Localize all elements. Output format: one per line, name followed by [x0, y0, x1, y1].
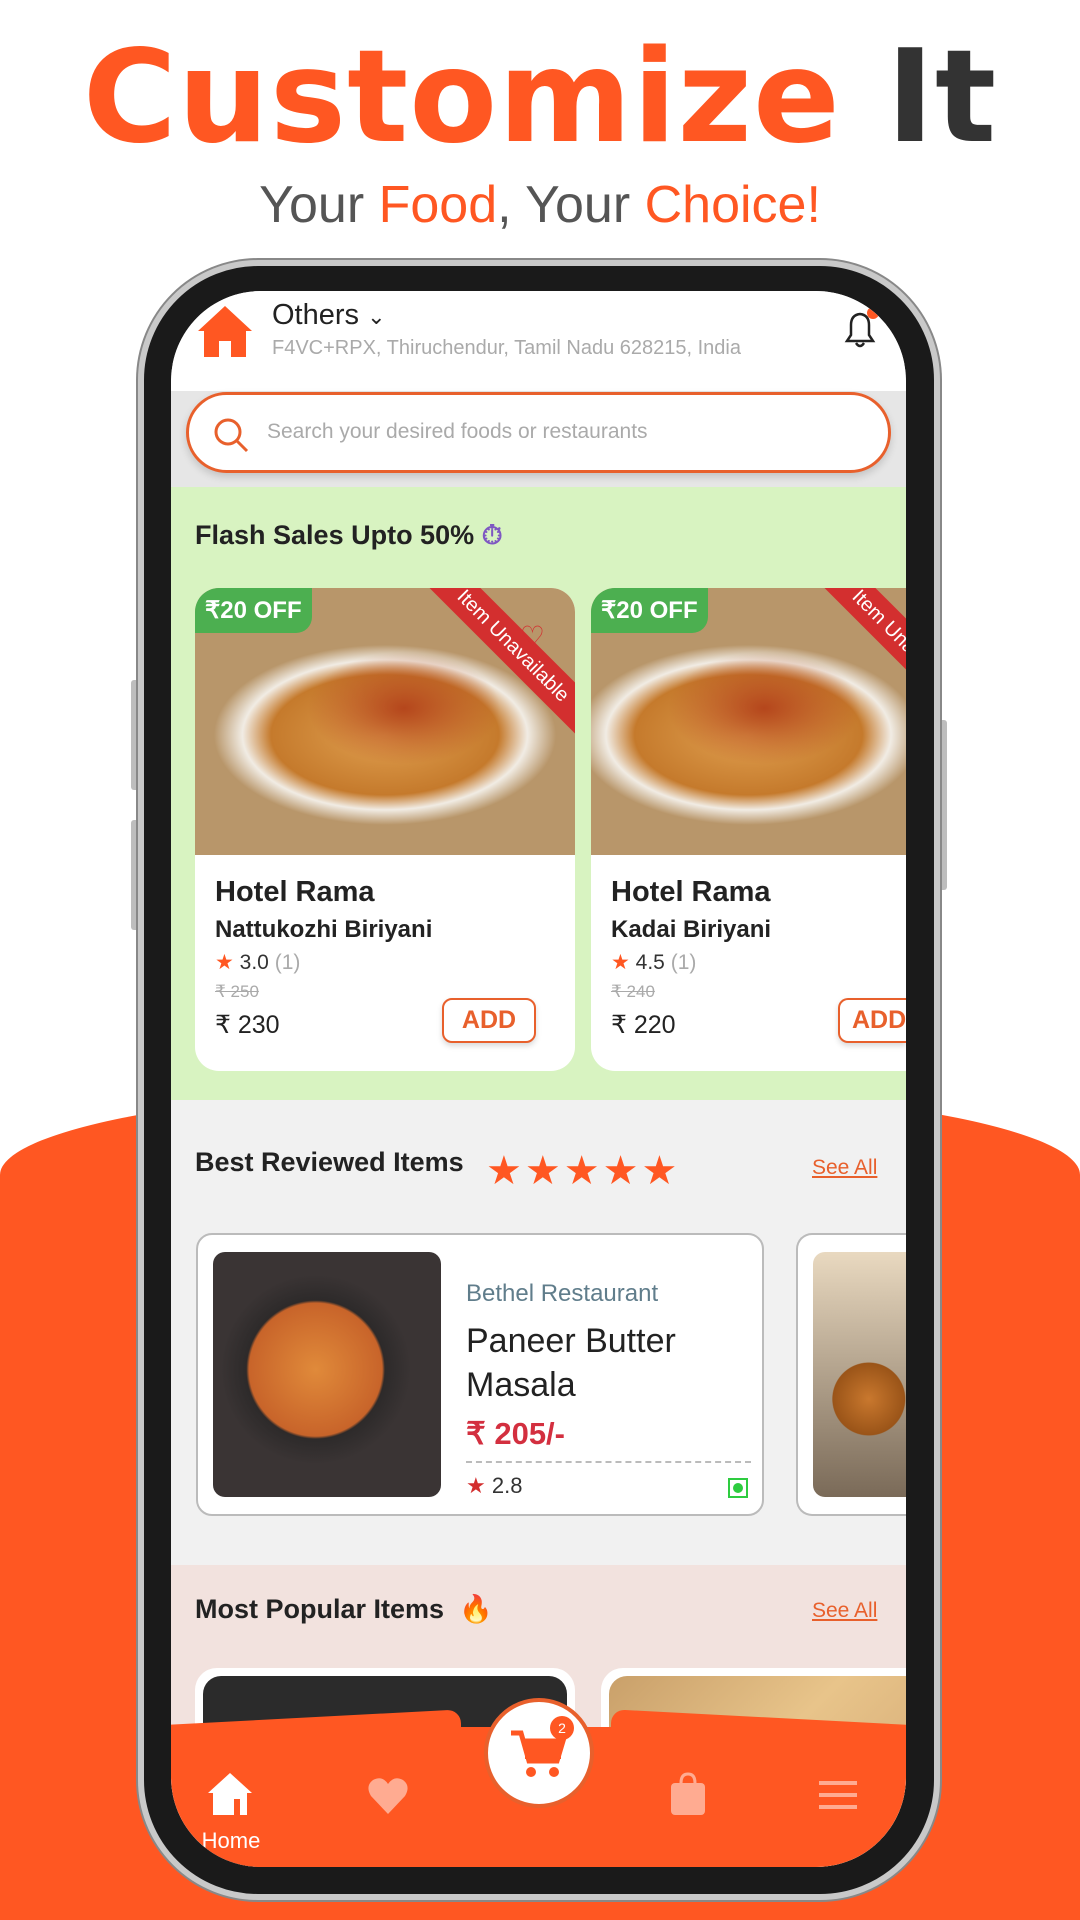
hero-subtitle: Your Food, Your Choice!: [0, 175, 1080, 235]
rating-value: 4.5: [635, 951, 665, 974]
home-location-icon[interactable]: [195, 303, 255, 359]
restaurant-name: Hotel Rama: [611, 876, 771, 908]
hero-title: Customize It: [0, 28, 1080, 168]
nav-home-label: Home: [201, 1828, 261, 1853]
food-image: [213, 1252, 441, 1497]
search-icon: [214, 418, 249, 453]
flash-item-card[interactable]: ₹20 OFF Item Unavailable Hotel Rama Kada…: [591, 588, 906, 1071]
restaurant-name: Bethel Restaurant: [466, 1280, 659, 1307]
discount-badge: ₹20 OFF: [195, 588, 312, 633]
search-placeholder: Search your desired foods or restaurants: [267, 420, 648, 443]
veg-indicator-icon: [728, 1478, 748, 1498]
flash-sales-label: Flash Sales Upto 50%: [195, 520, 475, 550]
add-button[interactable]: ADD: [838, 998, 906, 1043]
subtitle-part: , Your: [497, 176, 645, 234]
flash-sales-section: Flash Sales Upto 50% ⏱ ₹20 OFF Item Unav…: [171, 487, 906, 1100]
fire-icon: 🔥: [459, 1594, 493, 1624]
food-image: [813, 1252, 906, 1497]
subtitle-choice: Choice!: [644, 176, 821, 234]
rating: ★ 3.0 (1): [215, 950, 300, 975]
cart-count-badge: 2: [550, 1716, 574, 1740]
chevron-down-icon: ⌄: [367, 304, 386, 329]
item-name: Kadai Biriyani: [611, 916, 772, 943]
star-icon: ★: [466, 1473, 486, 1498]
star-icon: ★: [611, 951, 630, 974]
item-name: Paneer Butter Masala: [466, 1322, 676, 1404]
nav-orders[interactable]: [668, 1771, 708, 1822]
see-all-reviewed-link[interactable]: See All: [812, 1156, 877, 1180]
notification-bell-icon[interactable]: [839, 307, 881, 351]
five-stars-icon: ★★★★★: [486, 1149, 681, 1193]
nav-home[interactable]: [206, 1771, 254, 1822]
search-input[interactable]: Search your desired foods or restaurants: [186, 392, 891, 473]
rating-value: 2.8: [491, 1473, 523, 1498]
rating: ★ 2.8: [466, 1473, 522, 1499]
see-all-popular-link[interactable]: See All: [812, 1599, 877, 1623]
flash-item-card[interactable]: ₹20 OFF Item Unavailable ♡ Hotel Rama Na…: [195, 588, 575, 1071]
nav-menu[interactable]: [819, 1781, 857, 1814]
best-reviewed-section: Best Reviewed Items ★★★★★ See All Bethel…: [171, 1100, 906, 1565]
most-popular-label: Most Popular Items: [195, 1594, 445, 1624]
add-button[interactable]: ADD: [442, 998, 536, 1043]
shopping-bag-icon: [671, 1772, 705, 1815]
location-selector[interactable]: Others ⌄: [272, 299, 386, 332]
subtitle-part: Your: [259, 176, 379, 234]
cart-button[interactable]: 2: [484, 1698, 594, 1808]
most-popular-title: Most Popular Items 🔥: [195, 1593, 493, 1625]
star-icon: ★: [215, 951, 234, 974]
restaurant-name: Hotel Rama: [215, 876, 375, 908]
item-name: Nattukozhi Biriyani: [215, 916, 433, 943]
heart-icon: [368, 1778, 408, 1814]
price: ₹ 230: [215, 1011, 280, 1039]
best-reviewed-title: Best Reviewed Items: [195, 1147, 464, 1177]
stopwatch-icon: ⏱: [481, 520, 503, 550]
subtitle-food: Food: [378, 176, 498, 234]
favorite-heart-icon[interactable]: ♡: [520, 620, 545, 653]
location-label: Others: [272, 299, 360, 331]
old-price: ₹ 250: [215, 982, 259, 1001]
rating: ★ 4.5 (1): [611, 950, 696, 975]
phone-power-button: [939, 720, 947, 890]
discount-badge: ₹20 OFF: [591, 588, 708, 633]
nav-favorites[interactable]: [367, 1776, 409, 1821]
hero-title-main: Customize: [82, 23, 841, 172]
rating-value: 3.0: [239, 951, 269, 974]
old-price: ₹ 240: [611, 982, 655, 1001]
flash-sales-title: Flash Sales Upto 50% ⏱: [195, 520, 503, 552]
home-icon: [208, 1773, 252, 1815]
rating-count: (1): [274, 951, 301, 974]
app-screen: Others ⌄ F4VC+RPX, Thiruchendur, Tamil N…: [171, 291, 906, 1867]
reviewed-item-card[interactable]: [796, 1233, 906, 1516]
price: ₹ 220: [611, 1011, 676, 1039]
hero-title-accent: It: [886, 23, 998, 172]
price: ₹ 205/-: [466, 1416, 565, 1451]
rating-count: (1): [670, 951, 697, 974]
address-text: F4VC+RPX, Thiruchendur, Tamil Nadu 62821…: [272, 337, 741, 359]
menu-icon: [819, 1781, 857, 1809]
reviewed-item-card[interactable]: Bethel Restaurant Paneer Butter Masala ₹…: [196, 1233, 764, 1516]
divider: [466, 1461, 751, 1463]
header: Others ⌄ F4VC+RPX, Thiruchendur, Tamil N…: [171, 291, 906, 391]
